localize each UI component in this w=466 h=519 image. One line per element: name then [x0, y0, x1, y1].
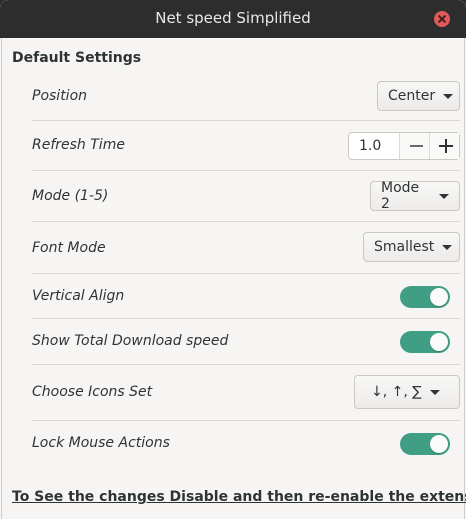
icons-set-dropdown[interactable]: ↓, ↑, ∑: [354, 375, 460, 409]
row-icons-set: Choose Icons Set ↓, ↑, ∑: [32, 365, 460, 421]
vertical-align-label: Vertical Align: [32, 288, 125, 304]
font-mode-label: Font Mode: [32, 240, 106, 256]
position-label: Position: [32, 88, 88, 104]
plus-icon[interactable]: [429, 133, 459, 159]
minus-icon[interactable]: [399, 133, 430, 159]
font-mode-dropdown[interactable]: Smallest: [363, 232, 460, 262]
section-title: Default Settings: [12, 50, 142, 66]
icons-set-label: Choose Icons Set: [32, 384, 153, 400]
lock-mouse-label: Lock Mouse Actions: [32, 435, 170, 451]
refresh-time-label: Refresh Time: [32, 137, 125, 153]
position-dropdown[interactable]: Center: [377, 81, 460, 111]
row-show-total-download: Show Total Download speed: [32, 319, 460, 365]
mode-label: Mode (1-5): [32, 188, 109, 204]
mode-value: Mode 2: [381, 180, 420, 212]
reenable-hint-link[interactable]: To See the changes Disable and then re-e…: [12, 489, 466, 505]
chevron-down-icon: [439, 193, 449, 199]
refresh-time-spinbutton[interactable]: 1.0: [348, 132, 460, 160]
window-title: Net speed Simplified: [155, 9, 311, 27]
mode-dropdown[interactable]: Mode 2: [370, 180, 460, 212]
refresh-time-value[interactable]: 1.0: [349, 133, 399, 159]
chevron-down-icon: [443, 93, 454, 99]
chevron-down-icon: [429, 389, 440, 395]
show-total-download-label: Show Total Download speed: [32, 333, 229, 349]
row-font-mode: Font Mode Smallest: [32, 222, 460, 274]
toggle-knob: [430, 333, 448, 351]
row-position: Position Center: [32, 75, 460, 121]
close-icon[interactable]: [434, 11, 450, 27]
position-value: Center: [388, 88, 436, 104]
font-mode-value: Smallest: [374, 239, 435, 255]
icons-set-value: ↓, ↑, ∑: [371, 384, 422, 400]
toggle-knob: [430, 288, 448, 306]
row-mode: Mode (1-5) Mode 2: [32, 171, 460, 222]
row-vertical-align: Vertical Align: [32, 274, 460, 319]
row-refresh-time: Refresh Time 1.0: [32, 121, 460, 171]
settings-panel: Default Settings Position Center Refresh…: [1, 38, 466, 519]
chevron-down-icon: [442, 244, 453, 250]
vertical-align-toggle[interactable]: [400, 286, 450, 308]
titlebar: Net speed Simplified: [0, 0, 466, 38]
settings-window: Net speed Simplified Default Settings Po…: [0, 0, 466, 519]
row-lock-mouse: Lock Mouse Actions: [32, 421, 460, 467]
toggle-knob: [430, 435, 448, 453]
lock-mouse-toggle[interactable]: [400, 433, 450, 455]
show-total-download-toggle[interactable]: [400, 331, 450, 353]
